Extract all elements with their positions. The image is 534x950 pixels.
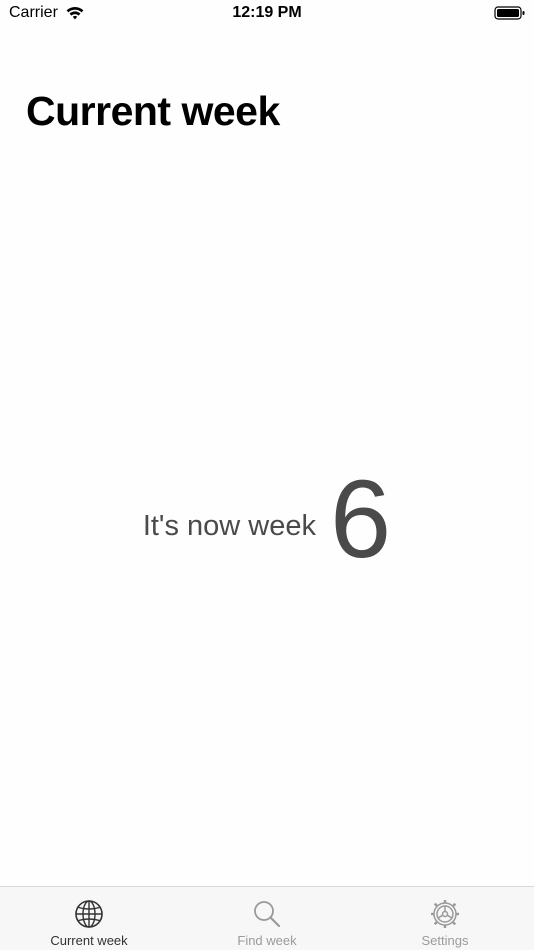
search-icon: [254, 901, 281, 928]
gear-icon: [431, 900, 459, 928]
app-screen: Carrier 12:19 PM Current week It's now w…: [0, 0, 534, 950]
tab-settings[interactable]: Settings: [356, 887, 534, 950]
week-label: It's now week: [142, 509, 316, 542]
status-time: 12:19 PM: [232, 4, 302, 21]
battery-icon: [494, 6, 525, 20]
status-bar: Carrier 12:19 PM: [0, 0, 534, 30]
current-week-display: It's now week 6: [0, 460, 534, 580]
tab-find-week[interactable]: Find week: [178, 887, 356, 950]
tab-label-current-week: Current week: [50, 933, 128, 948]
tab-bar: Current week Find week Settings: [0, 886, 534, 950]
tab-label-settings: Settings: [421, 933, 469, 948]
tab-current-week[interactable]: Current week: [0, 887, 178, 950]
week-number: 6: [329, 458, 392, 581]
tab-label-find-week: Find week: [237, 933, 297, 948]
page-title: Current week: [26, 88, 280, 134]
globe-icon: [75, 900, 103, 928]
